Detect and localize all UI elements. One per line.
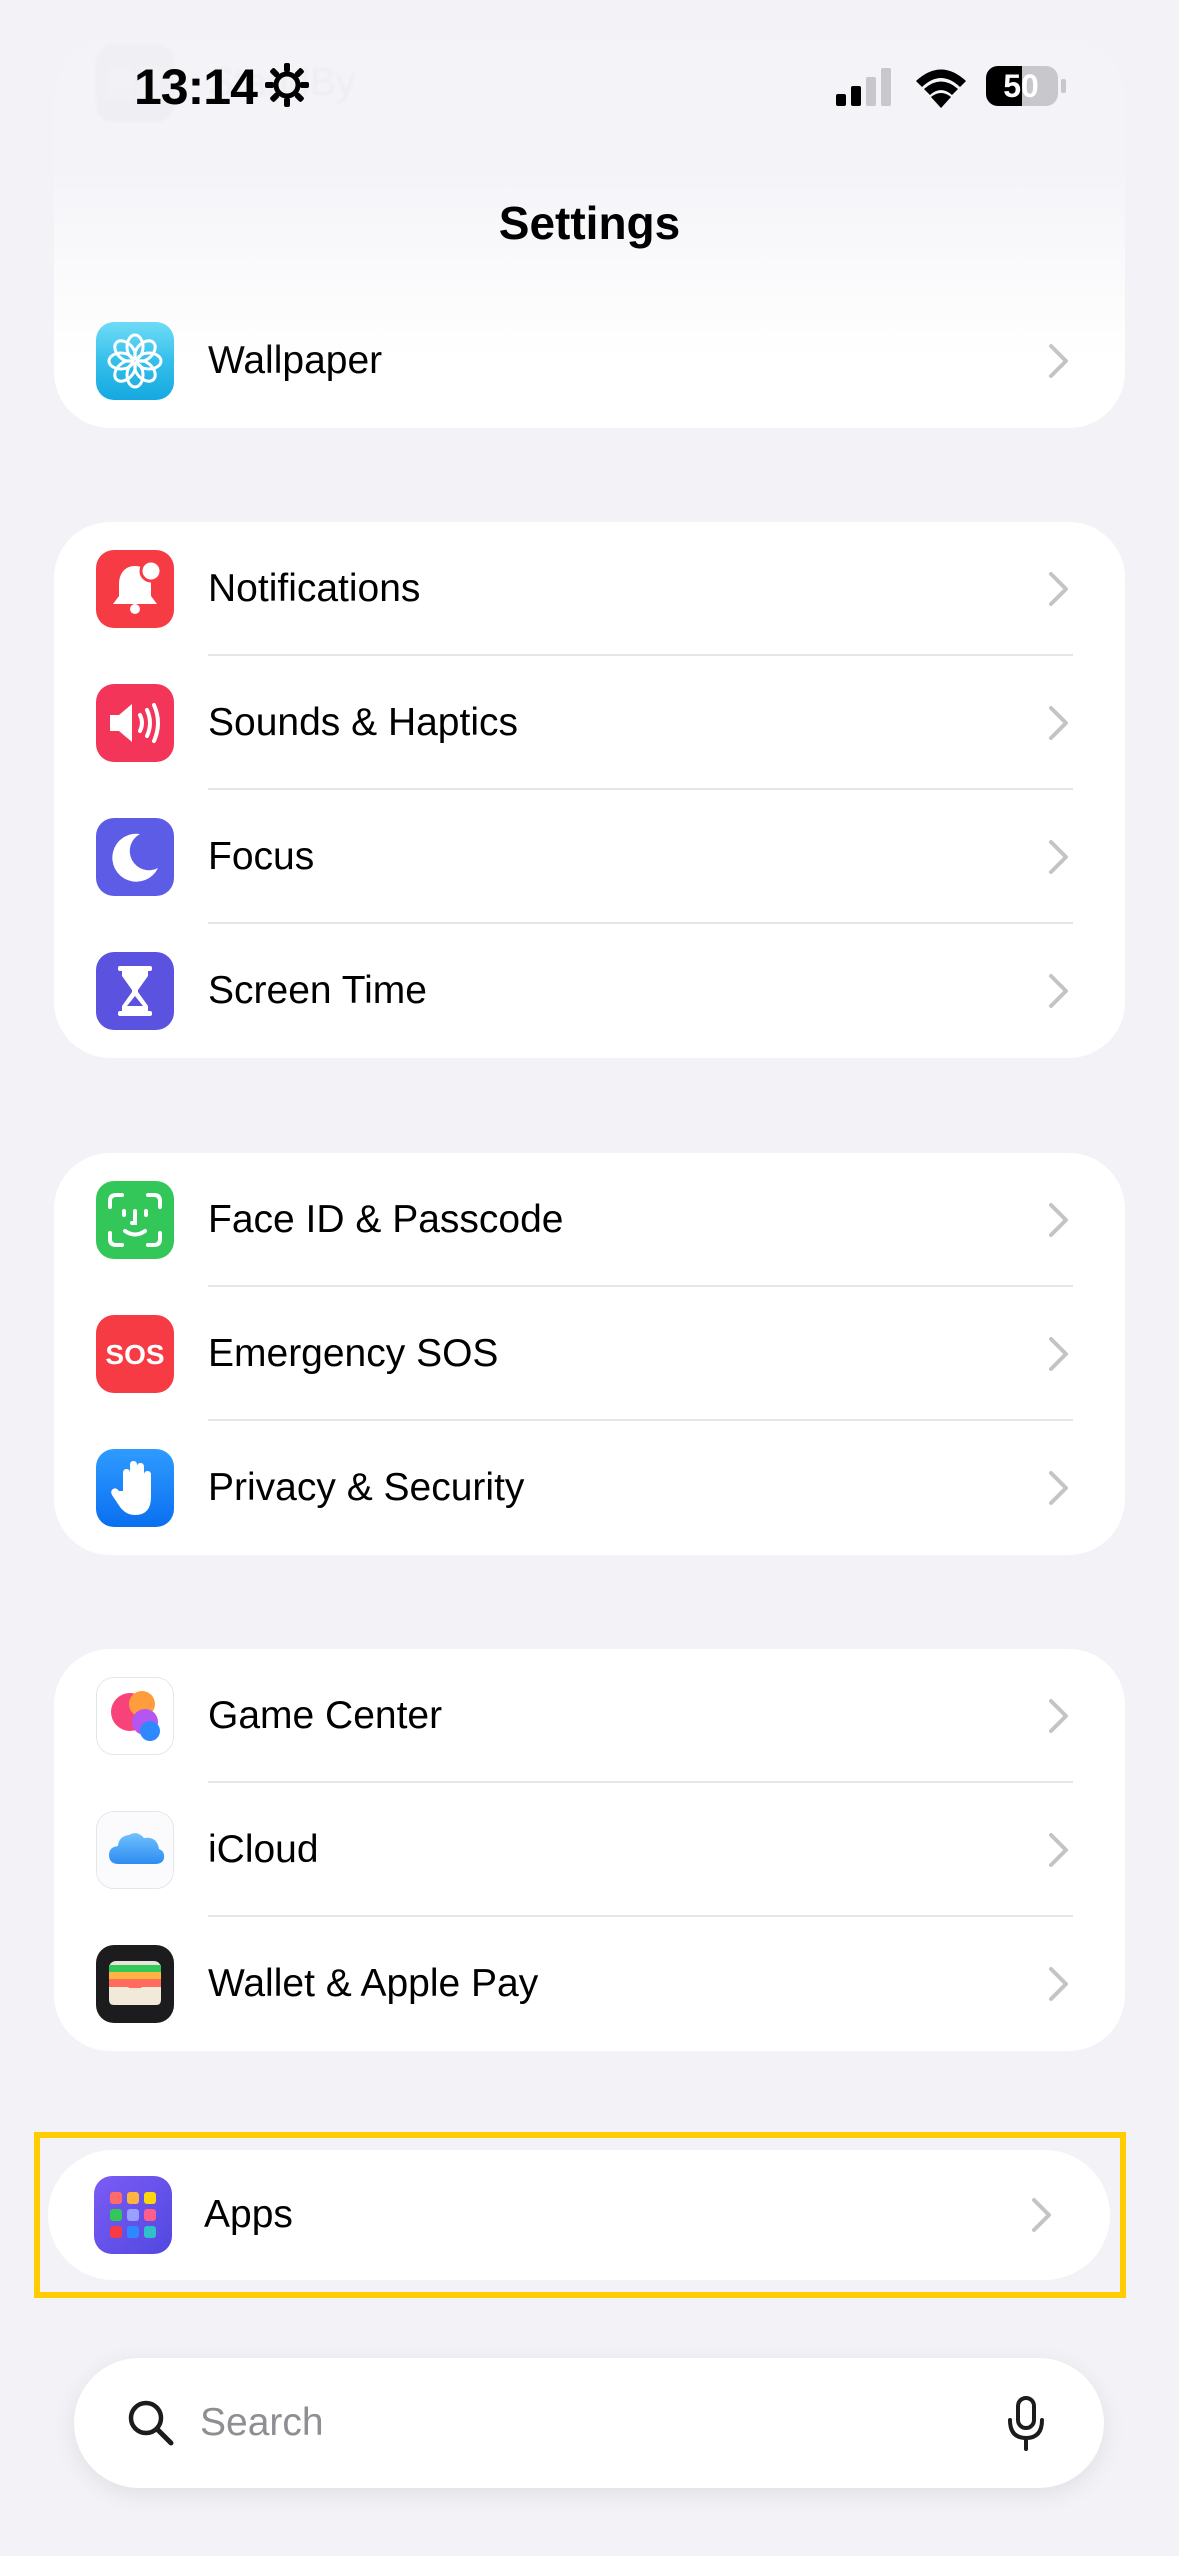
chevron-right-icon [1049, 840, 1068, 874]
chevron-right-icon [1049, 974, 1068, 1008]
settings-row-notifications[interactable]: Notifications [54, 522, 1125, 656]
wallpaper-icon [96, 322, 174, 400]
settings-row-game-center[interactable]: Game Center [54, 1649, 1125, 1783]
chevron-right-icon [1032, 2198, 1051, 2232]
settings-row-label: Emergency SOS [208, 1332, 499, 1375]
settings-row-focus[interactable]: Focus [54, 790, 1125, 924]
page-title: Settings [498, 197, 681, 249]
chevron-right-icon [1049, 1337, 1068, 1371]
settings-row-label: Sounds & Haptics [208, 701, 519, 744]
battery-level: 50 [1003, 68, 1039, 104]
settings-row-face-id[interactable]: Face ID & Passcode [54, 1153, 1125, 1287]
settings-row-label: Apps [204, 2193, 293, 2236]
chevron-right-icon [1049, 1699, 1068, 1733]
wifi-icon [916, 69, 966, 108]
settings-row-privacy[interactable]: Privacy & Security [54, 1421, 1125, 1555]
search-placeholder: Search [200, 2401, 324, 2444]
chevron-right-icon [1049, 1833, 1068, 1867]
sounds-icon [96, 684, 174, 762]
screen-time-icon [96, 952, 174, 1030]
settings-row-apps[interactable]: Apps [48, 2150, 1110, 2280]
settings-row-emergency-sos[interactable]: SOS Emergency SOS [54, 1287, 1125, 1421]
privacy-hand-icon [96, 1449, 174, 1527]
settings-row-wallet[interactable]: Wallet & Apple Pay [54, 1917, 1125, 2051]
apps-grid-icon [94, 2176, 172, 2254]
settings-row-label: Screen Time [208, 969, 427, 1012]
settings-row-label: Game Center [208, 1694, 443, 1737]
settings-row-label: Focus [208, 835, 315, 878]
settings-row-icloud[interactable]: iCloud [54, 1783, 1125, 1917]
focus-icon [96, 818, 174, 896]
settings-group-accounts: Game Center iCloud Wallet & Apple Pay [54, 1649, 1125, 2051]
settings-group-security: Face ID & Passcode SOS Emergency SOS Pri… [54, 1153, 1125, 1555]
settings-row-label: Face ID & Passcode [208, 1198, 564, 1241]
notifications-icon [96, 550, 174, 628]
settings-row-label: Notifications [208, 567, 421, 610]
chevron-right-icon [1049, 1203, 1068, 1237]
sos-badge-text: SOS [105, 1339, 164, 1370]
settings-row-wallpaper[interactable]: Wallpaper [54, 294, 1125, 428]
wallet-icon [96, 1945, 174, 2023]
face-id-icon [96, 1181, 174, 1259]
game-center-icon [96, 1677, 174, 1755]
chevron-right-icon [1049, 1471, 1068, 1505]
settings-row-sounds[interactable]: Sounds & Haptics [54, 656, 1125, 790]
chevron-right-icon [1049, 344, 1068, 378]
gear-icon [265, 63, 309, 107]
icloud-icon [96, 1811, 174, 1889]
settings-group-notifications: Notifications Sounds & Haptics Focus Scr… [54, 522, 1125, 1058]
microphone-icon[interactable] [1006, 2396, 1046, 2452]
search-icon [128, 2400, 174, 2446]
search-field[interactable]: Search [74, 2358, 1104, 2488]
status-bar: 13:14 50 [0, 0, 1179, 150]
chevron-right-icon [1049, 706, 1068, 740]
cellular-signal-icon [836, 68, 891, 106]
settings-row-screen-time[interactable]: Screen Time [54, 924, 1125, 1058]
settings-row-label: iCloud [208, 1828, 319, 1871]
chevron-right-icon [1049, 572, 1068, 606]
chevron-right-icon [1049, 1967, 1068, 2001]
settings-row-label: Wallpaper [208, 339, 383, 382]
status-time: 13:14 [134, 59, 258, 115]
settings-row-label: Privacy & Security [208, 1466, 525, 1509]
sos-icon: SOS [96, 1315, 174, 1393]
settings-row-label: Wallet & Apple Pay [208, 1962, 539, 2005]
